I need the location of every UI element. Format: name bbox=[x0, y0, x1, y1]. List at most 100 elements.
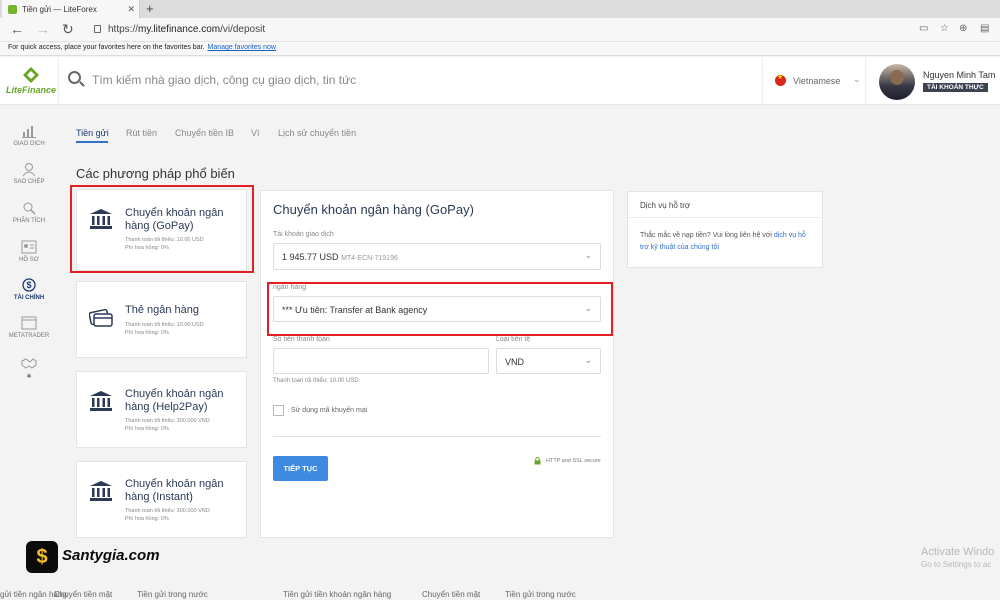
footer-link[interactable]: Tiền gửi trong nước bbox=[137, 590, 208, 599]
windows-activation-sub: Go to Settings to ac bbox=[921, 560, 992, 569]
payment-method-fee: Phí hoa hồng: 0% bbox=[125, 516, 169, 522]
url-field[interactable]: https://my.litefinance.com/vi/deposit bbox=[108, 24, 265, 35]
window-icon bbox=[21, 316, 37, 330]
payment-method-name: Chuyển khoản ngân hàng (Help2Pay) bbox=[125, 388, 224, 413]
favorites-hint: For quick access, place your favorites h… bbox=[8, 44, 205, 51]
payment-method-min: Thanh toán tối thiểu: 10.00 USD bbox=[125, 322, 204, 328]
support-body: Thắc mắc về nạp tiền? Vui lòng liên hệ v… bbox=[640, 232, 806, 251]
tab-wallet[interactable]: Ví bbox=[251, 128, 260, 138]
profile-card-icon bbox=[21, 240, 37, 254]
watermark-logo-icon: $ bbox=[26, 541, 58, 573]
tab-transfer-history[interactable]: Lịch sử chuyển tiền bbox=[278, 128, 356, 138]
logo-text: LiteFinance bbox=[6, 85, 57, 95]
support-box: Dịch vụ hỗ trợ Thắc mắc về nạp tiền? Vui… bbox=[627, 191, 823, 268]
litefinance-logo[interactable]: LiteFinance bbox=[6, 67, 56, 97]
reader-view-icon[interactable]: ▭ bbox=[919, 23, 928, 34]
app-header: LiteFinance Tìm kiếm nhà giao dịch, công… bbox=[0, 57, 1000, 105]
payment-method-card[interactable]: Thẻ ngân hàng Thanh toán tối thiểu: 10.0… bbox=[76, 281, 247, 358]
sidebar-item-copy[interactable]: SAO CHÉP bbox=[0, 162, 58, 185]
amount-label: Số tiền thanh toán bbox=[273, 336, 330, 343]
forward-icon[interactable]: → bbox=[36, 21, 50, 37]
lock-icon bbox=[94, 25, 101, 33]
new-tab-icon[interactable]: + bbox=[146, 1, 154, 16]
language-label: Vietnamese bbox=[793, 76, 841, 86]
highlight-box-method bbox=[70, 185, 254, 273]
footer-link[interactable]: Chuyển tiền mặt bbox=[54, 590, 112, 599]
tab-title: Tiền gửi — LiteForex bbox=[22, 4, 97, 14]
manage-favorites-link[interactable]: Manage favorites now bbox=[208, 44, 276, 51]
continue-button[interactable]: TIẾP TỤC bbox=[273, 456, 328, 481]
handshake-icon bbox=[21, 358, 37, 369]
payment-method-name: Thẻ ngân hàng bbox=[125, 304, 200, 316]
sidebar-item-trading[interactable]: GIAO DỊCH bbox=[0, 124, 58, 147]
tab-ib-transfer[interactable]: Chuyển tiền IB bbox=[175, 128, 234, 138]
account-select[interactable]: 1 945.77 USD MT4-ECN-719196 ⌄ bbox=[273, 243, 601, 270]
currency-value: VND bbox=[505, 357, 525, 367]
form-divider bbox=[273, 436, 601, 437]
footer-link[interactable]: Chuyển tiền mặt bbox=[422, 590, 480, 599]
bank-icon bbox=[90, 481, 112, 501]
active-tab-indicator bbox=[76, 141, 108, 143]
support-title: Dịch vụ hỗ trợ bbox=[628, 192, 822, 218]
payment-method-card[interactable]: Chuyển khoản ngân hàng (Instant) Thanh t… bbox=[76, 461, 247, 538]
chevron-down-icon: ⌄ bbox=[584, 355, 592, 365]
chevron-down-icon: ⌄ bbox=[853, 74, 861, 84]
secure-text: HTTP and SSL secure bbox=[546, 458, 601, 464]
close-tab-icon[interactable]: ✕ bbox=[127, 4, 135, 15]
currency-select[interactable]: VND ⌄ bbox=[496, 348, 601, 374]
chart-bars-icon bbox=[22, 126, 36, 138]
chevron-down-icon: ⌄ bbox=[584, 250, 592, 260]
favorite-star-icon[interactable]: ☆ bbox=[940, 23, 949, 34]
payment-method-fee: Phí hoa hồng: 0% bbox=[125, 426, 169, 432]
currency-label: Loại tiền tệ bbox=[496, 336, 531, 343]
address-bar: ← → ↻ https://my.litefinance.com/vi/depo… bbox=[0, 18, 1000, 42]
refresh-icon[interactable]: ↻ bbox=[62, 21, 74, 38]
sidebar-item-metatrader[interactable]: METATRADER bbox=[0, 316, 58, 339]
avatar[interactable] bbox=[879, 64, 915, 100]
promo-label[interactable]: Sử dụng mã khuyến mại bbox=[291, 407, 367, 414]
amount-hint: Thanh toán tối thiểu: 10.00 USD bbox=[273, 378, 359, 384]
dollar-icon: $ bbox=[22, 278, 36, 292]
watermark: $ Santygia.com bbox=[26, 541, 184, 573]
watermark-text: Santygia.com bbox=[62, 547, 160, 564]
tab-deposit[interactable]: Tiền gửi bbox=[76, 128, 109, 138]
back-icon[interactable]: ← bbox=[10, 21, 24, 37]
collections-icon[interactable]: ▤ bbox=[980, 23, 989, 34]
sidebar: GIAO DỊCH SAO CHÉP PHÂN TÍCH HỒ SƠ $ TÀI… bbox=[0, 106, 58, 600]
promo-checkbox[interactable] bbox=[273, 405, 284, 416]
search-input[interactable]: Tìm kiếm nhà giao dịch, công cụ giao dịc… bbox=[92, 73, 356, 87]
payment-method-name: Chuyển khoản ngân hàng (Instant) bbox=[125, 478, 224, 503]
footer-links: gửi tiền ngân hàng Chuyển tiền mặt Tiền … bbox=[0, 590, 1000, 600]
partner-star-icon: ✱ bbox=[26, 374, 32, 380]
svg-text:$: $ bbox=[26, 280, 31, 290]
logo-mark-icon bbox=[23, 67, 39, 83]
footer-link[interactable]: Tiền gửi tiền khoản ngân hàng bbox=[283, 590, 391, 599]
payment-method-card[interactable]: Chuyển khoản ngân hàng (Help2Pay) Thanh … bbox=[76, 371, 247, 448]
footer-link[interactable]: Tiền gửi trong nước bbox=[505, 590, 576, 599]
header-divider bbox=[58, 57, 59, 105]
sidebar-item-profile[interactable]: HỒ SƠ bbox=[0, 240, 58, 263]
credit-card-icon bbox=[89, 308, 113, 327]
sidebar-item-finance[interactable]: $ TÀI CHÍNH bbox=[0, 278, 58, 301]
language-selector[interactable]: Vietnamese ⌄ bbox=[762, 57, 866, 105]
account-type-badge: TÀI KHOẢN THỰC bbox=[923, 83, 988, 92]
user-name[interactable]: Nguyen Minh Tam bbox=[923, 70, 995, 80]
payment-method-min: Thanh toán tối thiểu: 300.000 VND bbox=[125, 508, 210, 514]
payment-method-fee: Phí hoa hồng: 0% bbox=[125, 330, 169, 336]
account-label: Tài khoản giao dịch bbox=[273, 231, 334, 238]
favorites-bar: For quick access, place your favorites h… bbox=[0, 42, 1000, 56]
tab-withdraw[interactable]: Rút tiền bbox=[126, 128, 157, 138]
highlight-box-bank bbox=[267, 282, 613, 336]
copy-trader-icon bbox=[22, 163, 36, 176]
bank-icon bbox=[90, 391, 112, 411]
browser-tab[interactable]: Tiền gửi — LiteForex ✕ bbox=[2, 0, 140, 18]
zoom-icon[interactable]: ⊕ bbox=[959, 23, 967, 34]
sidebar-item-partner[interactable]: ✱ bbox=[0, 356, 58, 380]
form-title: Chuyển khoản ngân hàng (GoPay) bbox=[273, 202, 474, 217]
search-icon[interactable] bbox=[68, 71, 81, 84]
amount-input[interactable] bbox=[273, 348, 489, 374]
vietnam-flag-icon bbox=[775, 73, 786, 86]
browser-tab-bar: Tiền gửi — LiteForex ✕ + bbox=[0, 0, 1000, 18]
account-value: 1 945.77 USD MT4-ECN-719196 bbox=[282, 252, 398, 262]
sidebar-item-analysis[interactable]: PHÂN TÍCH bbox=[0, 201, 58, 224]
